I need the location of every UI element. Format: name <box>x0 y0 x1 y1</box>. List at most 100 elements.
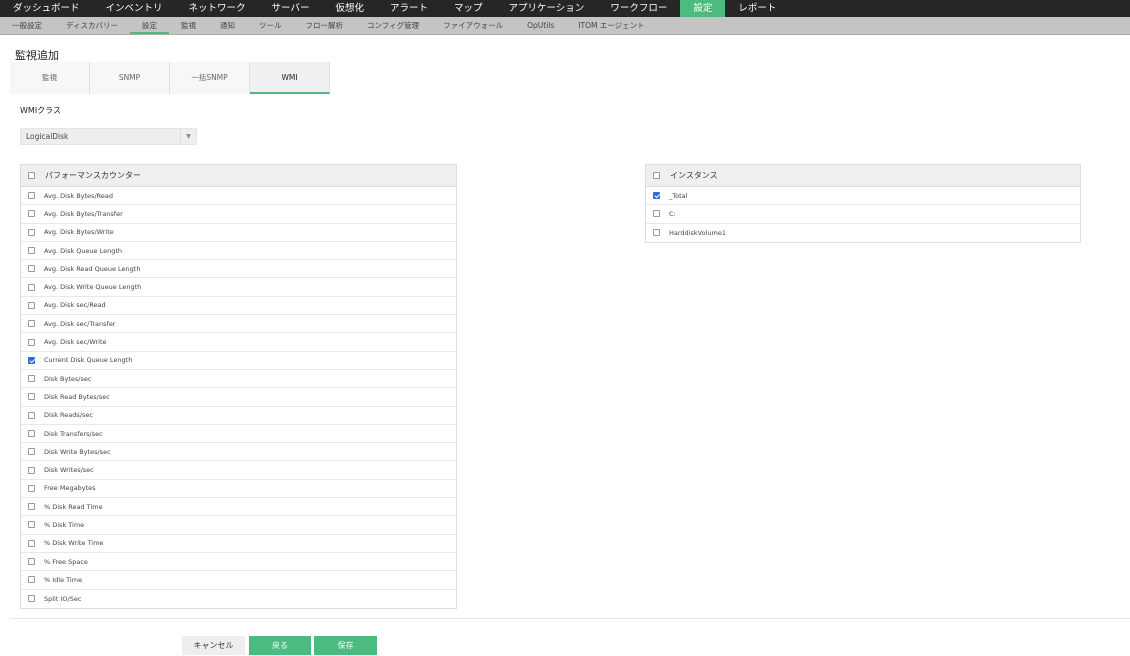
nav-item[interactable]: 仮想化 <box>322 0 377 17</box>
nav-item[interactable]: レポート <box>725 0 789 17</box>
checkbox[interactable] <box>28 595 35 603</box>
counter-row[interactable]: % Free Space <box>21 553 456 572</box>
instance-row[interactable]: HarddiskVolume1 <box>646 224 1080 242</box>
counter-row[interactable]: Avg. Disk Bytes/Transfer <box>21 205 456 224</box>
wmi-class-value: LogicalDisk <box>26 132 69 141</box>
checkbox[interactable] <box>28 375 35 383</box>
checkbox[interactable] <box>653 229 660 237</box>
checkbox[interactable] <box>28 430 35 437</box>
nav-item[interactable]: 設定 <box>680 0 726 17</box>
nav-item[interactable]: マップ <box>441 0 496 17</box>
counter-row[interactable]: Avg. Disk sec/Write <box>21 333 456 352</box>
subnav-item[interactable]: フロー解析 <box>293 17 355 34</box>
counter-row[interactable]: Avg. Disk sec/Read <box>21 297 456 316</box>
subnav-item[interactable]: ファイアウォール <box>431 17 515 34</box>
top-nav: ダッシュボード インベントリ ネットワーク サーバー 仮想化 アラート マップ アプリケーショ… <box>0 0 1130 17</box>
counter-row[interactable]: Disk Transfers/sec <box>21 425 456 444</box>
subnav-item[interactable]: 一般設定 <box>0 17 54 34</box>
counter-row[interactable]: Avg. Disk Read Queue Length <box>21 260 456 279</box>
nav-item[interactable]: ダッシュボード <box>0 0 93 17</box>
subnav-item[interactable]: コンフィグ管理 <box>355 17 431 34</box>
instance-label: HarddiskVolume1 <box>669 228 726 237</box>
counter-row[interactable]: % Disk Time <box>21 516 456 535</box>
nav-item[interactable]: ワークフロー <box>597 0 680 17</box>
counter-row[interactable]: % Idle Time <box>21 571 456 590</box>
checkbox[interactable] <box>28 356 35 364</box>
counter-label: Avg. Disk Bytes/Write <box>44 228 114 237</box>
counter-label: % Disk Read Time <box>44 502 103 511</box>
checkbox[interactable] <box>28 393 35 401</box>
checkbox[interactable] <box>653 192 660 200</box>
checkbox[interactable] <box>28 484 35 492</box>
divider <box>10 618 1130 619</box>
counter-row[interactable]: Disk Read Bytes/sec <box>21 388 456 407</box>
counter-row[interactable]: Avg. Disk Write Queue Length <box>21 278 456 297</box>
checkbox[interactable] <box>28 576 35 584</box>
checkbox[interactable] <box>28 247 35 255</box>
wmi-class-select[interactable]: LogicalDisk ▼ <box>20 128 197 145</box>
counter-label: Avg. Disk Read Queue Length <box>44 264 141 273</box>
tab-item[interactable]: SNMP <box>90 62 170 94</box>
instances-table: インスタンス _Total C: HarddiskVolume1 <box>645 164 1081 243</box>
nav-item[interactable]: アプリケーション <box>496 0 598 17</box>
checkbox[interactable] <box>28 320 35 328</box>
counter-row[interactable]: Avg. Disk Queue Length <box>21 242 456 261</box>
checkbox[interactable] <box>28 558 35 566</box>
counter-label: Disk Bytes/sec <box>44 374 92 383</box>
counter-row[interactable]: Current Disk Queue Length <box>21 352 456 370</box>
checkbox[interactable] <box>28 521 35 529</box>
counter-label: Disk Writes/sec <box>44 466 94 475</box>
subnav-item[interactable]: 設定 <box>129 17 169 34</box>
counter-row[interactable]: Avg. Disk Bytes/Write <box>21 224 456 242</box>
subnav-item[interactable]: ディスカバリー <box>54 17 130 34</box>
select-all-instances-checkbox[interactable] <box>653 172 660 179</box>
counter-row[interactable]: Avg. Disk Bytes/Read <box>21 187 456 206</box>
counter-row[interactable]: Disk Write Bytes/sec <box>21 443 456 462</box>
counter-row[interactable]: Disk Writes/sec <box>21 461 456 480</box>
subnav-item[interactable]: 監視 <box>169 17 208 34</box>
counter-row[interactable]: Split IO/Sec <box>21 590 456 608</box>
counter-row[interactable]: Avg. Disk sec/Transfer <box>21 315 456 334</box>
instance-row[interactable]: _Total <box>646 187 1080 206</box>
nav-item[interactable]: インベントリ <box>93 0 176 17</box>
save-button[interactable]: 保存 <box>314 636 377 655</box>
subnav-item[interactable]: ツール <box>247 17 294 34</box>
checkbox[interactable] <box>28 210 35 218</box>
counter-row[interactable]: Disk Reads/sec <box>21 407 456 425</box>
checkbox[interactable] <box>653 210 660 218</box>
counter-label: Current Disk Queue Length <box>44 356 133 365</box>
checkbox[interactable] <box>28 503 35 511</box>
counter-row[interactable]: % Disk Read Time <box>21 498 456 517</box>
counter-row[interactable]: % Disk Write Time <box>21 535 456 553</box>
sub-nav: 一般設定 ディスカバリー 設定 監視 通知 ツール フロー解析 コンフィグ管理 ファイアウォール… <box>0 17 1130 35</box>
checkbox[interactable] <box>28 192 35 200</box>
subnav-item[interactable]: 通知 <box>208 17 247 34</box>
chevron-down-icon[interactable]: ▼ <box>180 129 196 144</box>
checkbox[interactable] <box>28 265 35 273</box>
subnav-item[interactable]: OpUtils <box>515 17 566 34</box>
checkbox[interactable] <box>28 466 35 474</box>
cancel-button[interactable]: キャンセル <box>182 636 245 655</box>
subnav-item[interactable]: ITOM エージェント <box>566 17 656 34</box>
tab-item[interactable]: 一括SNMP <box>170 62 250 94</box>
tab-item[interactable]: 監視 <box>10 62 90 94</box>
checkbox[interactable] <box>28 539 35 547</box>
counter-row[interactable]: Disk Bytes/sec <box>21 370 456 389</box>
checkbox[interactable] <box>28 283 35 291</box>
nav-item[interactable]: アラート <box>377 0 441 17</box>
counter-row[interactable]: Free Megabytes <box>21 480 456 499</box>
back-button[interactable]: 戻る <box>249 636 311 655</box>
checkbox[interactable] <box>28 411 35 419</box>
counter-label: % Idle Time <box>44 575 83 584</box>
page-title: 監視追加 <box>15 49 59 62</box>
counters-header: パフォーマンスカウンター <box>21 165 456 187</box>
checkbox[interactable] <box>28 338 35 346</box>
checkbox[interactable] <box>28 301 35 309</box>
instance-row[interactable]: C: <box>646 205 1080 224</box>
checkbox[interactable] <box>28 448 35 456</box>
nav-item[interactable]: ネットワーク <box>176 0 259 17</box>
checkbox[interactable] <box>28 228 35 236</box>
select-all-counters-checkbox[interactable] <box>28 172 35 179</box>
tab-item[interactable]: WMI <box>250 62 330 94</box>
nav-item[interactable]: サーバー <box>259 0 323 17</box>
